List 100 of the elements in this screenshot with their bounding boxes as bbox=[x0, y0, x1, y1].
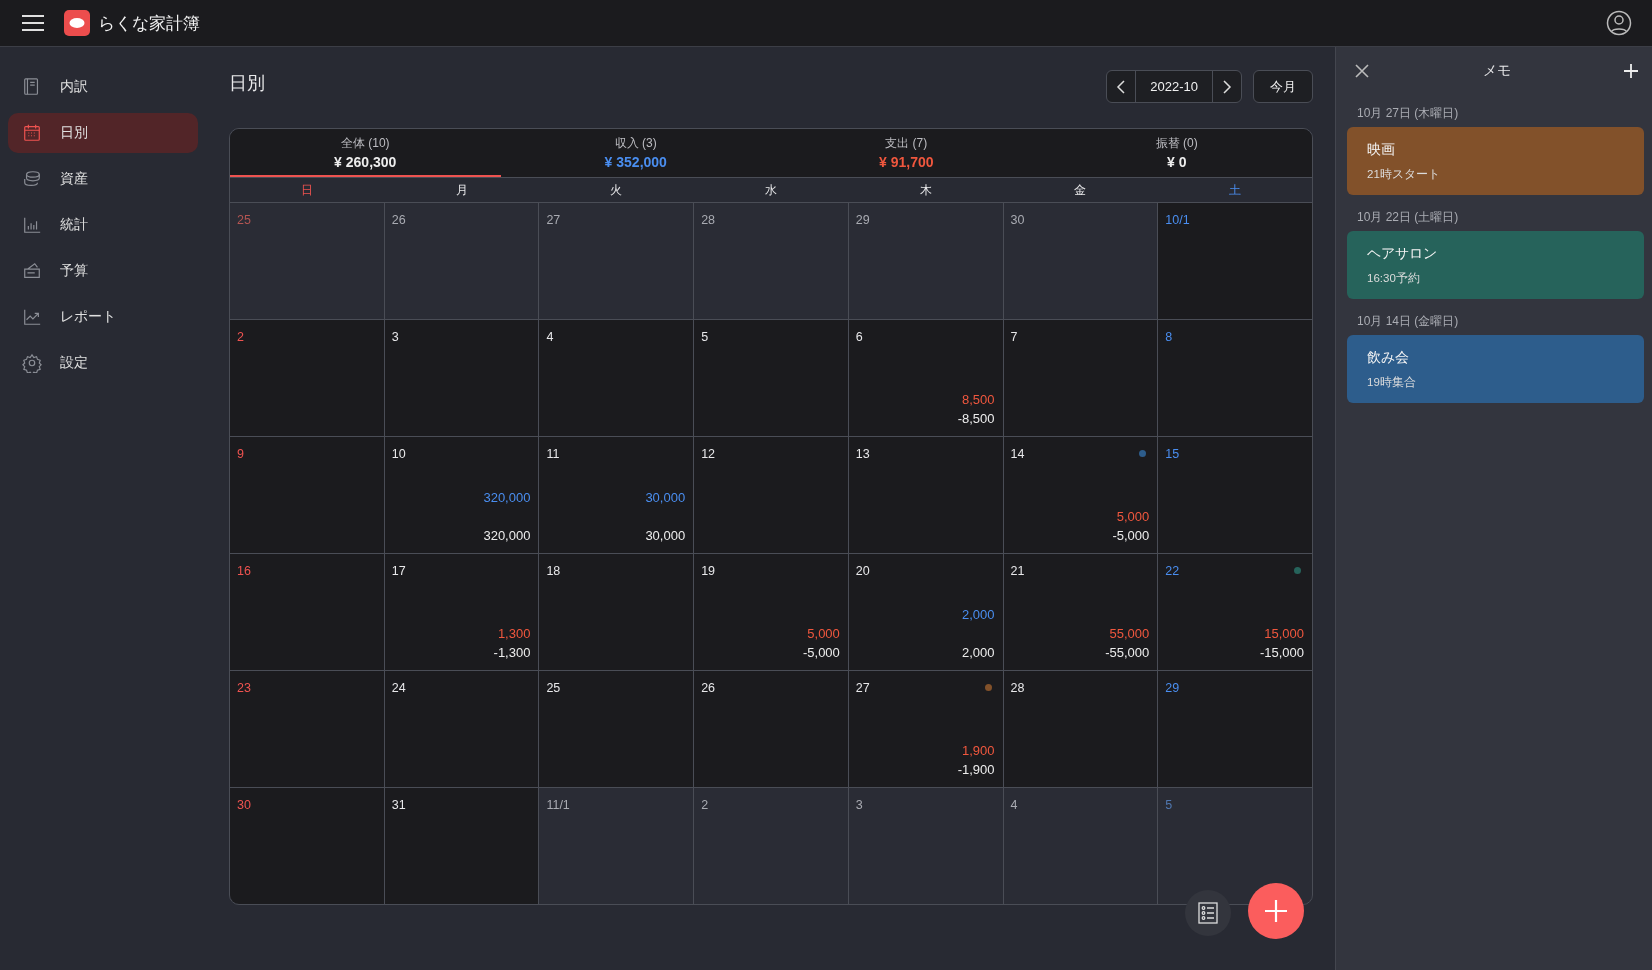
day-number: 25 bbox=[237, 213, 252, 227]
day-cell[interactable]: 4 bbox=[1003, 788, 1158, 904]
expense-amount: 1,300 bbox=[497, 625, 531, 643]
day-number: 3 bbox=[855, 798, 864, 812]
weekday-label: 金 bbox=[1073, 181, 1088, 199]
weekday-label: 月 bbox=[454, 181, 469, 199]
day-cell[interactable]: 10 320,000 320,000 bbox=[384, 437, 539, 553]
day-cell[interactable]: 3 bbox=[848, 788, 1003, 904]
day-cell[interactable]: 13 bbox=[848, 437, 1003, 553]
day-total: -1,900 bbox=[957, 761, 995, 779]
day-number: 10 bbox=[391, 447, 407, 461]
day-cell[interactable]: 29 bbox=[848, 203, 1003, 319]
day-cell[interactable]: 21 55,000 -55,000 bbox=[1003, 554, 1158, 670]
day-cell[interactable]: 28 bbox=[1003, 671, 1158, 787]
day-cell[interactable]: 3 bbox=[384, 320, 539, 436]
close-icon[interactable] bbox=[1355, 64, 1369, 78]
day-total: -8,500 bbox=[957, 410, 995, 428]
sidebar-item[interactable]: 統計 bbox=[8, 205, 198, 245]
this-month-button[interactable]: 今月 bbox=[1253, 70, 1313, 103]
day-number: 2 bbox=[237, 330, 245, 344]
day-cell[interactable]: 14 5,000 -5,000 bbox=[1003, 437, 1158, 553]
sidebar-item[interactable]: 日別 bbox=[8, 113, 198, 153]
day-cell[interactable]: 18 bbox=[539, 554, 694, 670]
page-title: 日別 bbox=[229, 71, 265, 95]
memo-panel-title: メモ bbox=[1482, 62, 1511, 80]
day-total: -5,000 bbox=[1112, 527, 1150, 545]
day-cell[interactable]: 4 bbox=[539, 320, 694, 436]
day-cell[interactable]: 2 bbox=[230, 320, 384, 436]
day-cell[interactable]: 12 bbox=[694, 437, 848, 553]
day-number: 4 bbox=[1010, 798, 1019, 812]
sidebar-item[interactable]: レポート bbox=[8, 297, 198, 337]
menu-icon[interactable] bbox=[22, 14, 44, 32]
day-cell[interactable]: 16 bbox=[230, 554, 384, 670]
day-number: 11 bbox=[546, 447, 561, 461]
day-cell[interactable]: 30 bbox=[1003, 203, 1158, 319]
add-button[interactable] bbox=[1248, 883, 1304, 939]
day-number: 8 bbox=[1165, 330, 1174, 344]
day-number: 18 bbox=[546, 564, 562, 578]
add-memo-icon[interactable] bbox=[1624, 64, 1638, 78]
day-number: 27 bbox=[546, 213, 562, 227]
sidebar-item[interactable]: 資産 bbox=[8, 159, 198, 199]
day-number: 13 bbox=[855, 447, 871, 461]
list-view-button[interactable] bbox=[1185, 890, 1231, 936]
day-cell[interactable]: 25 bbox=[539, 671, 694, 787]
nav-icon bbox=[22, 215, 42, 235]
day-number: 24 bbox=[391, 681, 407, 695]
day-number: 30 bbox=[237, 798, 252, 812]
day-cell[interactable]: 30 bbox=[230, 788, 384, 904]
expense-amount: 5,000 bbox=[1116, 508, 1150, 526]
account-icon[interactable] bbox=[1606, 10, 1632, 36]
nav-icon bbox=[22, 169, 42, 189]
weekday-label: 水 bbox=[764, 181, 778, 199]
day-cell[interactable]: 5 bbox=[694, 320, 848, 436]
day-cell[interactable]: 23 bbox=[230, 671, 384, 787]
day-number: 16 bbox=[237, 564, 252, 578]
day-number: 3 bbox=[391, 330, 400, 344]
day-cell[interactable]: 26 bbox=[694, 671, 848, 787]
expense-amount: 1,900 bbox=[962, 742, 995, 760]
day-cell[interactable]: 2 bbox=[694, 788, 848, 904]
day-cell[interactable]: 6 8,500 -8,500 bbox=[848, 320, 1003, 436]
day-cell[interactable]: 19 5,000 -5,000 bbox=[694, 554, 848, 670]
day-cell[interactable]: 28 bbox=[694, 203, 848, 319]
sidebar-item[interactable]: 設定 bbox=[8, 343, 198, 383]
day-cell[interactable]: 8 bbox=[1158, 320, 1312, 436]
day-number: 19 bbox=[701, 564, 717, 578]
day-cell[interactable]: 24 bbox=[384, 671, 539, 787]
sidebar-item[interactable]: 予算 bbox=[8, 251, 198, 291]
app-title: らくな家計簿 bbox=[98, 12, 200, 35]
day-number: 17 bbox=[391, 564, 407, 578]
day-cell[interactable]: 22 15,000 -15,000 bbox=[1158, 554, 1312, 670]
summary-tab[interactable]: 振替 (0) ¥ 0 bbox=[1041, 129, 1312, 177]
summary-tab[interactable]: 支出 (7) ¥ 91,700 bbox=[771, 129, 1042, 177]
day-cell[interactable]: 11/1 bbox=[539, 788, 694, 904]
day-cell[interactable]: 31 bbox=[384, 788, 539, 904]
day-cell[interactable]: 7 bbox=[1003, 320, 1158, 436]
day-cell[interactable]: 27 bbox=[539, 203, 694, 319]
weekday-label: 木 bbox=[918, 181, 933, 199]
day-number: 2 bbox=[701, 798, 710, 812]
summary-tab[interactable]: 収入 (3) ¥ 352,000 bbox=[500, 129, 771, 177]
day-cell[interactable]: 29 bbox=[1158, 671, 1312, 787]
month-label: 2022-10 bbox=[1135, 71, 1213, 102]
memo-card[interactable]: 映画 21時スタート bbox=[1347, 127, 1644, 195]
day-cell[interactable]: 9 bbox=[230, 437, 384, 553]
weekday-label: 火 bbox=[609, 181, 624, 199]
memo-card[interactable]: ヘアサロン 16:30予約 bbox=[1347, 231, 1644, 299]
day-number: 27 bbox=[855, 681, 871, 695]
day-cell[interactable]: 15 bbox=[1158, 437, 1312, 553]
day-cell[interactable]: 17 1,300 -1,300 bbox=[384, 554, 539, 670]
day-number: 6 bbox=[855, 330, 864, 344]
sidebar-item[interactable]: 内訳 bbox=[8, 67, 198, 107]
day-cell[interactable]: 27 1,900 -1,900 bbox=[848, 671, 1003, 787]
day-cell[interactable]: 10/1 bbox=[1158, 203, 1312, 319]
day-number: 20 bbox=[855, 564, 871, 578]
day-cell[interactable]: 20 2,000 2,000 bbox=[848, 554, 1003, 670]
day-number: 21 bbox=[1010, 564, 1026, 578]
day-cell[interactable]: 26 bbox=[384, 203, 539, 319]
memo-card[interactable]: 飲み会 19時集合 bbox=[1347, 335, 1644, 403]
day-number: 15 bbox=[1165, 447, 1181, 461]
day-cell[interactable]: 11 30,000 30,000 bbox=[539, 437, 694, 553]
income-amount: 320,000 bbox=[483, 489, 531, 507]
